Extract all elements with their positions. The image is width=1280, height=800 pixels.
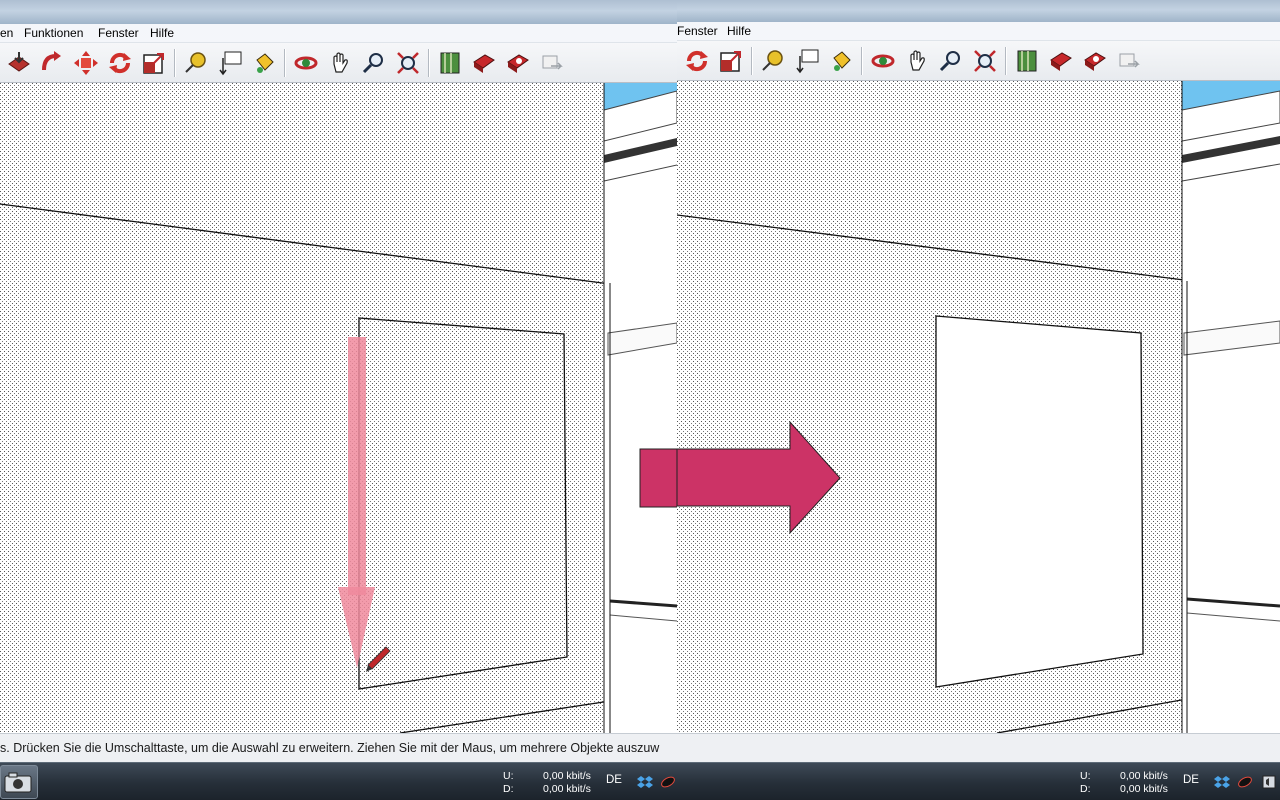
orbit-icon[interactable] xyxy=(292,49,320,77)
rotate-icon[interactable] xyxy=(106,49,134,77)
zoom-icon[interactable] xyxy=(360,49,388,77)
get-models-icon[interactable] xyxy=(470,49,498,77)
toolbar-separator xyxy=(284,49,286,77)
left-window: en Funktionen Fenster Hilfe s. Drücken S… xyxy=(0,0,677,800)
paint-bucket-icon[interactable] xyxy=(250,49,278,77)
text-icon[interactable] xyxy=(793,47,821,75)
tray-volume-icon[interactable] xyxy=(1261,774,1277,790)
paint-bucket-icon[interactable] xyxy=(827,47,855,75)
drawn-rectangle[interactable] xyxy=(358,317,568,690)
zoom-extents-icon[interactable] xyxy=(394,49,422,77)
toolbar xyxy=(677,41,1280,81)
guide-arrow-shaft xyxy=(348,337,366,595)
google-earth-icon[interactable] xyxy=(1013,47,1041,75)
filled-face[interactable] xyxy=(935,315,1144,688)
building-side xyxy=(604,83,677,733)
menu-item-hilfe[interactable]: Hilfe xyxy=(727,24,751,38)
share-model-icon[interactable] xyxy=(1081,47,1109,75)
toolbar-separator xyxy=(861,47,863,75)
get-models-icon[interactable] xyxy=(1047,47,1075,75)
transition-arrow xyxy=(639,448,677,508)
title-bar xyxy=(0,0,677,24)
dropbox-icon[interactable] xyxy=(1214,774,1230,790)
push-pull-icon[interactable] xyxy=(5,49,33,77)
scale-icon[interactable] xyxy=(140,49,168,77)
follow-me-icon[interactable] xyxy=(38,49,66,77)
orbit-icon[interactable] xyxy=(869,47,897,75)
title-bar xyxy=(677,0,1280,22)
language-indicator[interactable]: DE xyxy=(1183,774,1199,786)
google-earth-icon[interactable] xyxy=(436,49,464,77)
right-window: Fenster Hilfe U: 0,00 kbit/s D: 0,00 kbi… xyxy=(677,0,1280,800)
status-text: s. Drücken Sie die Umschalttaste, um die… xyxy=(0,741,660,755)
toolbar-separator xyxy=(428,49,430,77)
scale-icon[interactable] xyxy=(717,47,745,75)
toolbar-separator xyxy=(751,47,753,75)
pan-icon[interactable] xyxy=(326,49,354,77)
menu-item-funktionen[interactable]: Funktionen xyxy=(24,26,83,40)
menu-bar: en Funktionen Fenster Hilfe xyxy=(0,24,677,43)
menu-item-fenster[interactable]: Fenster xyxy=(98,26,139,40)
dropbox-icon[interactable] xyxy=(637,774,653,790)
drawing-viewport[interactable] xyxy=(0,83,677,733)
text-icon[interactable] xyxy=(216,49,244,77)
language-indicator[interactable]: DE xyxy=(606,774,622,786)
toolbar-separator xyxy=(1005,47,1007,75)
move-icon[interactable] xyxy=(72,49,100,77)
tray-device-icon[interactable] xyxy=(1237,774,1253,790)
tape-measure-icon[interactable] xyxy=(759,47,787,75)
component-icon[interactable] xyxy=(1115,47,1143,75)
component-icon[interactable] xyxy=(538,49,566,77)
toolbar-separator xyxy=(174,49,176,77)
rotate-icon[interactable] xyxy=(683,47,711,75)
taskbar: U: 0,00 kbit/s D: 0,00 kbit/s DE xyxy=(0,762,677,800)
taskbar-app-button[interactable] xyxy=(0,765,38,799)
menu-item-hilfe[interactable]: Hilfe xyxy=(150,26,174,40)
menu-item-en[interactable]: en xyxy=(0,26,13,40)
share-model-icon[interactable] xyxy=(504,49,532,77)
left-scene xyxy=(0,83,677,733)
menu-bar: Fenster Hilfe xyxy=(677,22,1280,41)
right-scene xyxy=(677,81,1280,733)
zoom-icon[interactable] xyxy=(937,47,965,75)
status-bar: s. Drücken Sie die Umschalttaste, um die… xyxy=(0,733,677,762)
menu-item-fenster[interactable]: Fenster xyxy=(677,24,718,38)
taskbar: U: 0,00 kbit/s D: 0,00 kbit/s DE xyxy=(677,762,1280,800)
status-bar xyxy=(677,733,1280,762)
tape-measure-icon[interactable] xyxy=(182,49,210,77)
camera-icon xyxy=(4,772,32,793)
toolbar xyxy=(0,43,677,83)
zoom-extents-icon[interactable] xyxy=(971,47,999,75)
pan-icon[interactable] xyxy=(903,47,931,75)
tray-device-icon[interactable] xyxy=(660,774,676,790)
drawing-viewport[interactable] xyxy=(677,81,1280,733)
